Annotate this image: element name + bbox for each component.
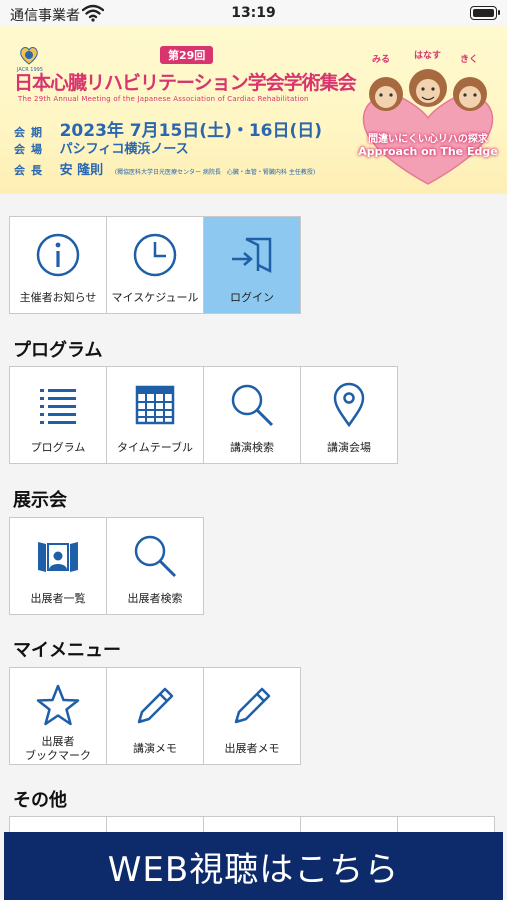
tile-label: 講演メモ [133, 742, 177, 755]
program-grid: プログラム タイムテーブル 講演検索 講演会場 [9, 366, 398, 464]
mascot-word-2: はなす [414, 51, 442, 61]
tile-label: 主催者お知らせ [19, 291, 97, 304]
battery-icon [470, 6, 500, 20]
section-title-exhibition: 展示会 [13, 490, 67, 511]
tile-label: タイムテーブル [116, 441, 194, 454]
chair-affiliation: (獨協医科大学日光医療センター 病院長 心臓・血管・腎臓内科 主任教授) [114, 169, 316, 176]
tile-label: 出展者一覧 [30, 592, 86, 605]
pencil-icon [137, 687, 174, 724]
tile-label: 出展者 ブックマーク [10, 735, 106, 763]
tile-label: 出展者メモ [224, 742, 280, 755]
list-icon [40, 389, 76, 424]
tile-label: ログイン [230, 291, 274, 304]
my-menu-grid: 出展者 ブックマーク 講演メモ 出展者メモ [9, 667, 301, 765]
login-icon [232, 237, 272, 274]
conference-banner: JACR 1995 第29回 日本心臓リハビリテーション学会学術集会 The 2… [0, 26, 507, 194]
status-bar: 通信事業者 13:19 [0, 0, 507, 26]
venue-label: 会場 [14, 143, 48, 156]
tile-label: プログラム [30, 441, 86, 454]
section-title-program: プログラム [13, 340, 103, 361]
section-title-other: その他 [13, 790, 67, 811]
search-icon [231, 384, 274, 427]
tile-exhibitor-memo[interactable]: 出展者メモ [203, 667, 301, 765]
clock-time: 13:19 [231, 5, 276, 21]
tile-lecture-search[interactable]: 講演検索 [203, 366, 301, 464]
conference-subtitle: The 29th Annual Meeting of the Japanese … [18, 95, 309, 103]
tile-label-line2: ブックマーク [25, 749, 91, 762]
mascot-word-3: きく [460, 55, 479, 65]
tile-login[interactable]: ログイン [203, 216, 301, 314]
exhibitor-booth-icon [38, 542, 78, 572]
section-title-my-menu: マイメニュー [13, 640, 121, 661]
mascot-word-1: みる [372, 55, 391, 65]
map-pin-icon [333, 382, 365, 428]
top-menu-grid: 主催者お知らせ マイスケジュール ログイン [9, 216, 301, 314]
chair-name: 安 隆則 [59, 163, 104, 178]
tile-label: マイスケジュール [111, 291, 199, 304]
exhibition-grid: 出展者一覧 出展者検索 [9, 517, 204, 615]
info-icon [36, 233, 80, 277]
tile-exhibitor-search[interactable]: 出展者検索 [106, 517, 204, 615]
tile-lecture-venue[interactable]: 講演会場 [300, 366, 398, 464]
heart-mascot-icon [362, 69, 494, 185]
pencil-icon [234, 687, 271, 724]
tile-label: 講演会場 [327, 441, 371, 454]
clock-icon [133, 233, 177, 277]
theme-japanese: 間違いにくい心リハの探求 [368, 134, 488, 145]
society-logo-icon [20, 46, 38, 65]
theme-english: Approach on The Edge [358, 145, 498, 158]
tile-program[interactable]: プログラム [9, 366, 107, 464]
tile-label-line1: 出展者 [41, 735, 75, 748]
venue-row: 会場 パシフィコ横浜ノース [14, 138, 189, 158]
tile-label: 出展者検索 [127, 592, 183, 605]
tile-lecture-memo[interactable]: 講演メモ [106, 667, 204, 765]
conference-title: 日本心臓リハビリテーション学会学術集会 [14, 72, 357, 94]
tile-exhibitor-bookmark[interactable]: 出展者 ブックマーク [9, 667, 107, 765]
period-row: 会期 2023年 7月15日(土)・16日(日) [14, 116, 322, 141]
mascot-illustration: みる はなす きく 間違いにくい心リハの探求 Approach on The E… [354, 48, 502, 188]
chair-label: 会長 [14, 164, 48, 177]
star-icon [36, 684, 80, 726]
tile-organizer-notices[interactable]: 主催者お知らせ [9, 216, 107, 314]
search-icon [134, 535, 177, 578]
calendar-icon [135, 385, 175, 425]
web-viewing-label: WEB視聴はこちら [107, 849, 400, 890]
tile-my-schedule[interactable]: マイスケジュール [106, 216, 204, 314]
edition-badge: 第29回 [160, 46, 214, 64]
tile-timetable[interactable]: タイムテーブル [106, 366, 204, 464]
chair-row: 会長 安 隆則 (獨協医科大学日光医療センター 病院長 心臓・血管・腎臓内科 主… [14, 159, 315, 179]
venue-value: パシフィコ横浜ノース [59, 142, 189, 157]
tile-label: 講演検索 [230, 441, 274, 454]
web-viewing-button[interactable]: WEB視聴はこちら [4, 832, 503, 900]
tile-exhibitor-list[interactable]: 出展者一覧 [9, 517, 107, 615]
